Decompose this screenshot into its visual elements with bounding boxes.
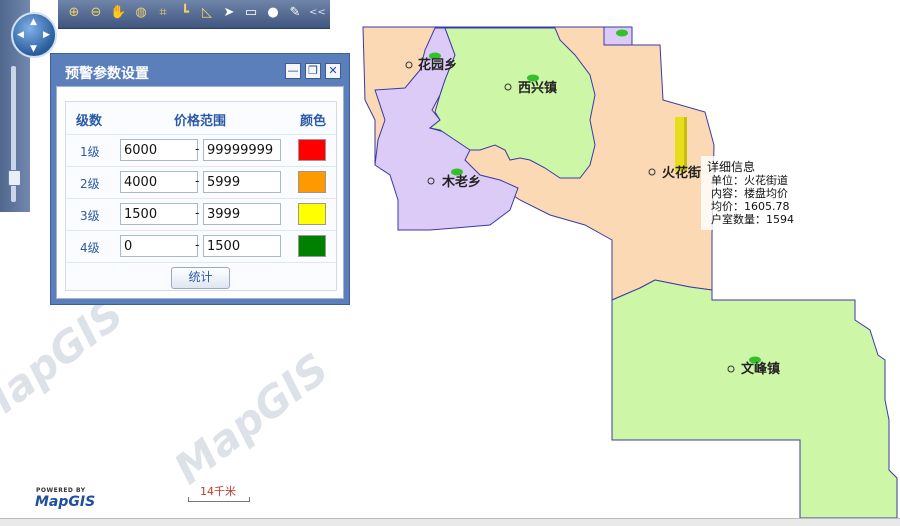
arrow-up-icon[interactable]: ▲ <box>30 18 37 27</box>
select-pointer-icon[interactable]: ➤ <box>221 5 237 21</box>
close-icon[interactable]: ✕ <box>325 63 341 79</box>
fit-window-icon[interactable]: ⌗ <box>155 5 171 21</box>
full-extent-icon[interactable]: ◍ <box>133 5 149 21</box>
detail-tooltip: 详细信息 单位：火花街道 内容：楼盘均价 均价：1605.78 户室数量：159… <box>701 156 805 230</box>
arrow-down-icon[interactable]: ▼ <box>30 45 37 54</box>
max-price-input[interactable] <box>203 203 281 225</box>
tooltip-content: 内容：楼盘均价 <box>711 187 788 200</box>
zoom-slider-thumb[interactable] <box>8 170 21 186</box>
dialog-title: 预警参数设置 <box>65 66 149 82</box>
label-wenfeng: 文峰镇 <box>741 361 780 377</box>
pan-control[interactable]: ▲ ▼ ◀ ▶ <box>11 12 57 58</box>
header-level: 级数 <box>76 114 103 129</box>
alert-settings-dialog: 预警参数设置 — ❐ ✕ 级数 价格范围 颜色 1级 - 2级 - 3级 - <box>50 53 350 305</box>
mapgis-logo: MapGIS <box>35 494 96 510</box>
level-color-swatch[interactable] <box>298 139 326 161</box>
level-label: 3级 <box>80 209 100 223</box>
powered-by-text: POWERED BY <box>36 487 86 494</box>
statistics-button[interactable]: 统计 <box>171 267 230 289</box>
level-color-swatch[interactable] <box>298 203 326 225</box>
level-label: 4级 <box>80 241 100 255</box>
min-price-input[interactable] <box>120 203 198 225</box>
region-top-right[interactable] <box>603 26 633 46</box>
arrow-left-icon[interactable]: ◀ <box>17 31 24 40</box>
min-price-input[interactable] <box>120 171 198 193</box>
label-xixing: 西兴镇 <box>518 80 557 96</box>
max-price-input[interactable] <box>203 171 281 193</box>
header-color: 颜色 <box>300 114 327 129</box>
settings-table: 级数 价格范围 颜色 1级 - 2级 - 3级 - 4级 - <box>65 101 337 291</box>
measure-angle-icon[interactable]: ◺ <box>199 5 215 21</box>
tooltip-price: 均价：1605.78 <box>711 200 790 213</box>
restore-icon[interactable]: ❐ <box>305 63 321 79</box>
level-color-swatch[interactable] <box>298 235 326 257</box>
label-mulao: 木老乡 <box>441 174 481 190</box>
minimize-icon[interactable]: — <box>285 63 301 79</box>
label-huayuan: 花园乡 <box>418 57 457 73</box>
level-color-swatch[interactable] <box>298 171 326 193</box>
measure-distance-icon[interactable]: ┗ <box>177 5 193 21</box>
arrow-right-icon[interactable]: ▶ <box>43 31 50 40</box>
level-label: 1级 <box>80 145 100 159</box>
max-price-input[interactable] <box>203 139 281 161</box>
scale-bar <box>188 497 250 502</box>
price-bar[interactable] <box>675 117 687 172</box>
min-price-input[interactable] <box>120 139 198 161</box>
region-wenfeng[interactable] <box>611 279 898 519</box>
rectangle-select-icon[interactable]: ▭ <box>243 5 259 21</box>
tooltip-unit: 单位：火花街道 <box>711 174 788 187</box>
header-range: 价格范围 <box>174 114 227 129</box>
tooltip-households: 户室数量：1594 <box>711 213 794 226</box>
pan-hand-icon[interactable]: ✋ <box>110 5 126 21</box>
circle-select-icon[interactable]: ● <box>265 5 281 21</box>
max-price-input[interactable] <box>203 235 281 257</box>
dialog-body: 级数 价格范围 颜色 1级 - 2级 - 3级 - 4级 - <box>56 86 344 299</box>
map-toolbar: ⊕ ⊖ ✋ ◍ ⌗ ┗ ◺ ➤ ▭ ● ✎ << <box>58 0 330 29</box>
zoom-out-icon[interactable]: ⊖ <box>88 5 104 21</box>
label-huohua: 火花街 <box>662 165 701 181</box>
level-label: 2级 <box>80 177 100 191</box>
collapse-icon[interactable]: << <box>309 5 326 21</box>
tooltip-title: 详细信息 <box>707 160 756 174</box>
clear-icon[interactable]: ✎ <box>287 5 303 21</box>
zoom-in-icon[interactable]: ⊕ <box>66 5 82 21</box>
min-price-input[interactable] <box>120 235 198 257</box>
